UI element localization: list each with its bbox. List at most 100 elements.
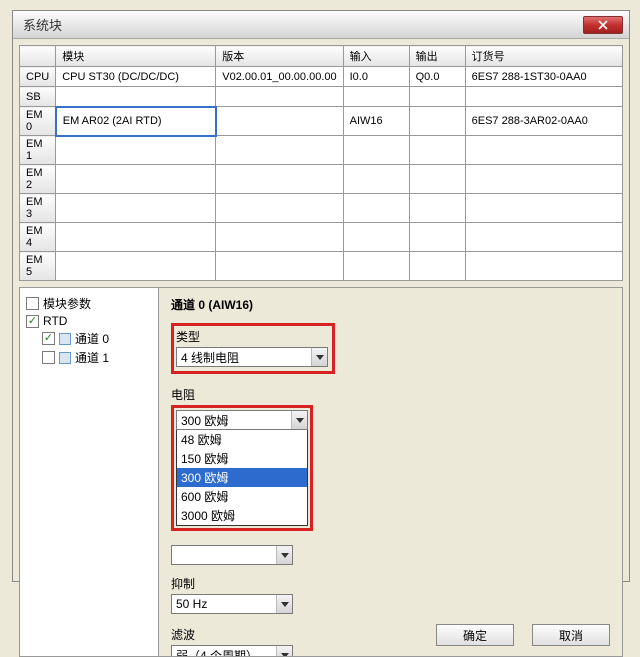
- titlebar: 系统块: [13, 11, 629, 39]
- type-label: 类型: [176, 328, 330, 345]
- cell-input: [343, 136, 409, 165]
- checkbox-icon[interactable]: [26, 315, 39, 328]
- orphan-select[interactable]: [171, 545, 293, 565]
- cell-version: [216, 107, 343, 136]
- tree-channel-1[interactable]: 通道 1: [26, 348, 152, 367]
- resistance-option[interactable]: 300 欧姆: [177, 468, 307, 487]
- cell-order: [465, 223, 622, 252]
- resistance-highlight: 300 欧姆 48 欧姆150 欧姆300 欧姆600 欧姆3000 欧姆: [171, 405, 313, 531]
- cell-module[interactable]: [56, 165, 216, 194]
- cell-output: [409, 223, 465, 252]
- close-icon: [598, 20, 608, 30]
- type-value: 4 线制电阻: [177, 349, 311, 366]
- col-order: 订货号: [465, 46, 622, 67]
- body-area: 模块参数 RTD 通道 0 通道 1 通道 0 (AIW16) 类型: [19, 287, 623, 657]
- row-header: SB: [20, 87, 56, 107]
- cell-module[interactable]: CPU ST30 (DC/DC/DC): [56, 67, 216, 87]
- resistance-dropdown[interactable]: 48 欧姆150 欧姆300 欧姆600 欧姆3000 欧姆: [176, 429, 308, 526]
- cell-module[interactable]: [56, 194, 216, 223]
- cell-module[interactable]: [56, 223, 216, 252]
- cell-version: [216, 252, 343, 281]
- dialog-buttons: 确定 取消: [436, 624, 610, 646]
- close-button[interactable]: [583, 16, 623, 34]
- table-row[interactable]: EM 4: [20, 223, 623, 252]
- checkbox-icon[interactable]: [42, 332, 55, 345]
- cell-input: [343, 194, 409, 223]
- suppress-label: 抑制: [171, 575, 610, 592]
- resistance-select[interactable]: 300 欧姆: [176, 410, 308, 430]
- tree-module-params[interactable]: 模块参数: [26, 294, 152, 313]
- cell-input: [343, 165, 409, 194]
- table-row[interactable]: EM 5: [20, 252, 623, 281]
- cell-version: V02.00.01_00.00.00.00: [216, 67, 343, 87]
- cancel-button[interactable]: 取消: [532, 624, 610, 646]
- resistance-option[interactable]: 150 欧姆: [177, 449, 307, 468]
- cell-output: [409, 107, 465, 136]
- row-header: EM 5: [20, 252, 56, 281]
- table-row[interactable]: EM 0EM AR02 (2AI RTD) AIW16 6ES7 288-3AR02…: [20, 107, 623, 136]
- cell-version: [216, 87, 343, 107]
- suppress-select[interactable]: 50 Hz: [171, 594, 293, 614]
- param-tree: 模块参数 RTD 通道 0 通道 1: [19, 287, 159, 657]
- row-header: EM 3: [20, 194, 56, 223]
- tree-label: 模块参数: [43, 295, 91, 312]
- channel-icon: [59, 352, 71, 364]
- row-header: CPU: [20, 67, 56, 87]
- cell-order: [465, 87, 622, 107]
- cell-module[interactable]: [56, 87, 216, 107]
- cell-output: [409, 87, 465, 107]
- row-header: EM 2: [20, 165, 56, 194]
- cell-version: [216, 136, 343, 165]
- cell-output: [409, 165, 465, 194]
- tree-channel-0[interactable]: 通道 0: [26, 329, 152, 348]
- resistance-option[interactable]: 3000 欧姆: [177, 506, 307, 525]
- table-row[interactable]: SB: [20, 87, 623, 107]
- cell-order: [465, 136, 622, 165]
- checkbox-icon[interactable]: [42, 351, 55, 364]
- col-output: 输出: [409, 46, 465, 67]
- module-table: 模块 版本 输入 输出 订货号 CPUCPU ST30 (DC/DC/DC)V0…: [19, 45, 623, 281]
- cell-output: [409, 194, 465, 223]
- row-header: EM 0: [20, 107, 56, 136]
- type-select[interactable]: 4 线制电阻: [176, 347, 328, 367]
- resistance-label: 电阻: [171, 386, 610, 403]
- cell-output: Q0.0: [409, 67, 465, 87]
- cell-order: [465, 194, 622, 223]
- ok-button[interactable]: 确定: [436, 624, 514, 646]
- col-module: 模块: [56, 46, 216, 67]
- tree-label: 通道 1: [75, 349, 109, 366]
- col-input: 输入: [343, 46, 409, 67]
- table-header-row: 模块 版本 输入 输出 订货号: [20, 46, 623, 67]
- cell-input: [343, 252, 409, 281]
- checkbox-icon[interactable]: [26, 297, 39, 310]
- cell-module[interactable]: [56, 136, 216, 165]
- table-row[interactable]: EM 1: [20, 136, 623, 165]
- chevron-down-icon: [291, 411, 307, 429]
- resistance-option[interactable]: 600 欧姆: [177, 487, 307, 506]
- cell-order: 6ES7 288-3AR02-0AA0: [465, 107, 622, 136]
- chevron-down-icon: [276, 595, 292, 613]
- cell-order: [465, 165, 622, 194]
- cell-version: [216, 223, 343, 252]
- cell-input: I0.0: [343, 67, 409, 87]
- chevron-down-icon: [311, 348, 327, 366]
- table-row[interactable]: EM 2: [20, 165, 623, 194]
- cell-input: AIW16: [343, 107, 409, 136]
- window-title: 系统块: [17, 15, 583, 34]
- table-row[interactable]: CPUCPU ST30 (DC/DC/DC)V02.00.01_00.00.00…: [20, 67, 623, 87]
- tree-rtd[interactable]: RTD: [26, 313, 152, 329]
- panel-title: 通道 0 (AIW16): [171, 296, 610, 313]
- cell-input: [343, 223, 409, 252]
- filter-select[interactable]: 弱（4 个周期）: [171, 645, 293, 657]
- resistance-value: 300 欧姆: [177, 412, 291, 429]
- cell-input: [343, 87, 409, 107]
- tree-label: RTD: [43, 314, 67, 328]
- table-row[interactable]: EM 3: [20, 194, 623, 223]
- chevron-down-icon: [276, 646, 292, 657]
- chevron-down-icon: [276, 546, 292, 564]
- cell-module[interactable]: EM AR02 (2AI RTD): [56, 107, 216, 136]
- cell-version: [216, 165, 343, 194]
- cell-output: [409, 252, 465, 281]
- cell-module[interactable]: [56, 252, 216, 281]
- resistance-option[interactable]: 48 欧姆: [177, 430, 307, 449]
